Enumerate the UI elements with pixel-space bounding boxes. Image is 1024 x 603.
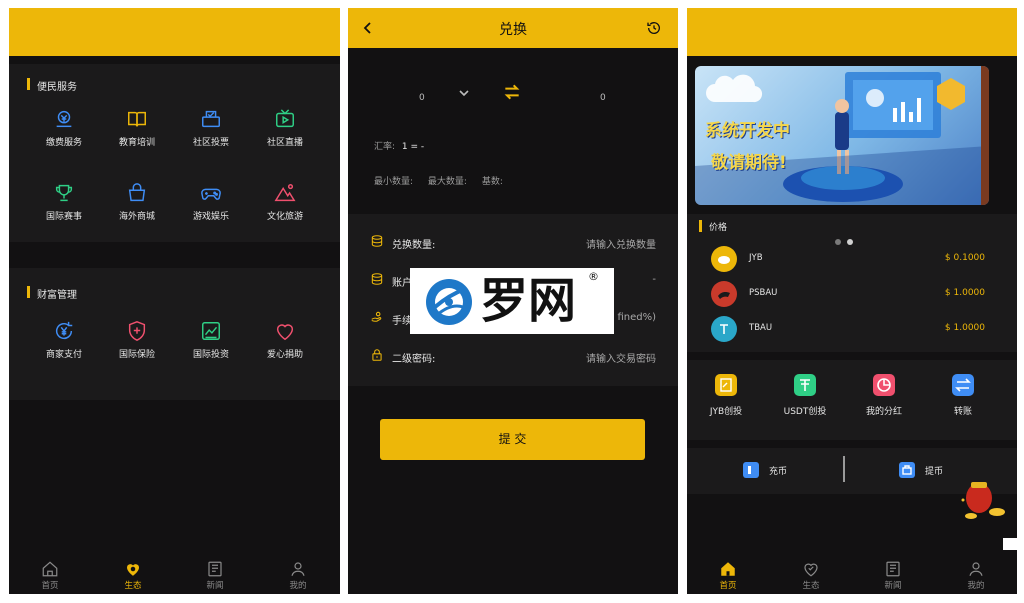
news-icon: [208, 561, 222, 577]
banner-line1: 系统开发中: [705, 121, 790, 141]
grid-item-live[interactable]: 社区直播: [250, 108, 320, 148]
shield-icon: [128, 321, 146, 341]
home-icon: [721, 562, 735, 576]
to-amount: 0: [600, 93, 606, 103]
watermark: 罗网 ®: [410, 268, 614, 334]
grid-item-donation[interactable]: 爱心捐助: [250, 320, 320, 360]
live-icon: [276, 109, 294, 128]
home-header: [687, 8, 1017, 56]
tab-mine[interactable]: 我的: [278, 560, 318, 591]
limits-line: 最小数量: 最大数量: 基数:: [374, 177, 503, 187]
grid-item-events[interactable]: 国际赛事: [29, 182, 99, 222]
tab-mine[interactable]: 我的: [956, 560, 996, 591]
user-icon: [291, 562, 305, 576]
quick-jyb-invest[interactable]: JYB创投: [694, 374, 758, 417]
grid-item-investment[interactable]: 国际投资: [176, 320, 246, 360]
usdt-invest-icon: [794, 374, 816, 396]
hand-coin-icon: [371, 311, 382, 322]
gamepad-icon: [201, 188, 221, 200]
exchange-screen: 兑换 0 0 汇率: 1 = - 最小数量: 最大数量: 基数: 兑换数量: 请…: [348, 8, 678, 594]
price-row-psbau[interactable]: PSBAU $ 1.0000: [687, 279, 1017, 309]
payment-icon: [56, 110, 72, 128]
ecology-icon: [804, 563, 818, 577]
bottom-tab-bar: 首页 生态 新闻 我的: [687, 558, 1017, 594]
amount-input[interactable]: 请输入兑换数量: [586, 236, 656, 251]
watermark-text: 罗网: [480, 273, 577, 329]
grid-item-insurance[interactable]: 国际保险: [102, 320, 172, 360]
grid-item-games[interactable]: 游戏娱乐: [176, 182, 246, 222]
home-icon: [42, 561, 58, 577]
scroll-handle[interactable]: [1003, 538, 1017, 550]
user-icon: [969, 562, 983, 576]
bottom-tab-bar: 首页 生态 新闻 我的: [9, 558, 340, 594]
grid-item-merchant-pay[interactable]: 商家支付: [29, 320, 99, 360]
grid-item-vote[interactable]: 社区投票: [176, 108, 246, 148]
withdraw-icon: [899, 462, 915, 478]
banner-line2: 敬请期待!: [711, 153, 787, 173]
quick-actions-card: JYB创投 USDT创投 我的分红 转账: [687, 360, 1017, 440]
deposit-icon: [743, 462, 759, 478]
ecology-icon: [127, 564, 139, 576]
eco-header: [9, 8, 340, 56]
grid-item-education[interactable]: 教育培训: [102, 108, 172, 148]
trophy-icon: [55, 184, 73, 202]
coins-icon: [371, 235, 383, 247]
exchange-summary: 0 0 汇率: 1 = - 最小数量: 最大数量: 基数:: [348, 48, 678, 206]
news-icon: [886, 561, 900, 577]
prices-card: 价格 JYB $ 0.1000 PSBAU $ 1.0000 TBAU $ 1.…: [687, 214, 1017, 352]
rate-line: 汇率: 1 = -: [374, 142, 425, 152]
watermark-logo-icon: [426, 279, 472, 325]
history-icon[interactable]: [646, 20, 662, 36]
psbau-coin-icon: [711, 281, 737, 307]
tab-news[interactable]: 新闻: [195, 560, 235, 591]
submit-button[interactable]: 提 交: [380, 419, 645, 460]
eco-screen: 便民服务 缴费服务 教育培训 社区投票 社区直播 国际赛事 海外商城 游戏娱乐: [9, 8, 340, 594]
shop-bag-icon: [128, 183, 146, 202]
from-amount: 0: [419, 93, 425, 103]
grid-item-travel[interactable]: 文化旅游: [250, 182, 320, 222]
vote-icon: [202, 110, 220, 128]
price-row-tbau[interactable]: TBAU $ 1.0000: [687, 314, 1017, 344]
tab-ecology[interactable]: 生态: [791, 560, 831, 591]
exchange-header: 兑换: [348, 8, 678, 48]
lock-icon: [372, 349, 382, 361]
dividend-pie-icon: [873, 374, 895, 396]
section-title-services: 便民服务: [27, 78, 77, 93]
price-row-jyb[interactable]: JYB $ 0.1000: [687, 244, 1017, 274]
tab-news[interactable]: 新闻: [873, 560, 913, 591]
prices-title: 价格: [699, 220, 727, 233]
password-input[interactable]: 请输入交易密码: [586, 350, 656, 365]
swap-icon[interactable]: [502, 82, 522, 102]
home-screen: 系统开发中 敬请期待! 价格 JYB $ 0.1000 PSBAU $ 1.00…: [687, 8, 1017, 594]
banner-carousel[interactable]: 系统开发中 敬请期待!: [695, 66, 989, 205]
section-title-wealth: 财富管理: [27, 286, 77, 301]
divider: [843, 456, 845, 482]
chevron-down-icon[interactable]: [458, 88, 470, 98]
tab-ecology[interactable]: 生态: [113, 560, 153, 591]
yen-icon: [56, 321, 73, 340]
password-row[interactable]: 二级密码: 请输入交易密码: [348, 338, 678, 374]
grid-item-mall[interactable]: 海外商城: [102, 182, 172, 222]
wealth-management-card: 财富管理 商家支付 国际保险 国际投资 爱心捐助: [9, 268, 340, 400]
quick-usdt-invest[interactable]: USDT创投: [773, 374, 837, 417]
jyb-invest-icon: [715, 374, 737, 396]
page-title: 兑换: [499, 22, 527, 38]
grid-item-payment[interactable]: 缴费服务: [29, 108, 99, 148]
heart-icon: [276, 324, 294, 341]
convenience-services-card: 便民服务 缴费服务 教育培训 社区投票 社区直播 国际赛事 海外商城 游戏娱乐: [9, 64, 340, 242]
travel-icon: [274, 184, 296, 202]
quick-transfer[interactable]: 转账: [931, 374, 995, 417]
quick-my-dividend[interactable]: 我的分红: [852, 374, 916, 417]
jyb-coin-icon: [711, 246, 737, 272]
amount-row[interactable]: 兑换数量: 请输入兑换数量: [348, 224, 678, 260]
transfer-icon: [952, 374, 974, 396]
book-icon: [128, 111, 146, 127]
tab-home[interactable]: 首页: [30, 560, 70, 591]
tbau-coin-icon: [711, 316, 737, 342]
chart-icon: [202, 322, 220, 340]
tab-home[interactable]: 首页: [708, 560, 748, 591]
coins-icon: [371, 273, 383, 285]
red-envelope-icon[interactable]: [959, 478, 1009, 520]
